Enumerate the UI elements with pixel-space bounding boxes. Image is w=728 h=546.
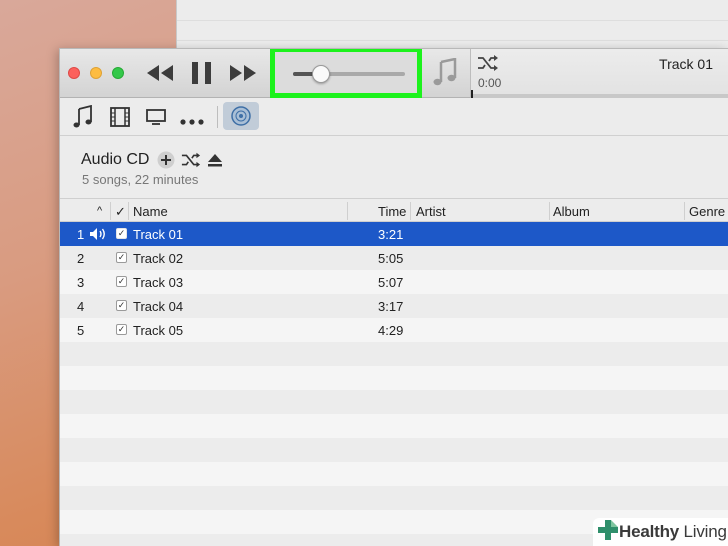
track-number: 5 bbox=[77, 323, 85, 338]
table-row[interactable]: 2 ✓ Track 02 5:05 bbox=[60, 246, 728, 270]
speaker-icon bbox=[88, 226, 108, 245]
track-checkbox[interactable]: ✓ bbox=[116, 300, 127, 311]
minimize-window-button[interactable] bbox=[90, 67, 102, 79]
watermark-text: Healthy Living bbox=[619, 522, 727, 541]
track-checkbox[interactable]: ✓ bbox=[116, 276, 127, 287]
music-note-icon bbox=[73, 104, 92, 128]
title-bar: 0:00 Track 01 bbox=[60, 49, 728, 98]
film-icon bbox=[110, 107, 130, 127]
track-checkbox[interactable]: ✓ bbox=[116, 228, 127, 239]
plus-icon bbox=[157, 151, 175, 169]
shuffle-icon[interactable] bbox=[477, 55, 499, 76]
tv-shows-library-button[interactable] bbox=[145, 108, 167, 131]
track-time: 3:17 bbox=[378, 299, 404, 314]
volume-control bbox=[270, 49, 422, 98]
track-number: 1 bbox=[77, 227, 85, 242]
empty-rows bbox=[60, 342, 728, 546]
rewind-icon bbox=[147, 65, 173, 81]
track-name: Track 02 bbox=[133, 251, 184, 266]
movies-library-button[interactable] bbox=[109, 106, 131, 133]
source-actions bbox=[157, 151, 223, 174]
track-rows: 1 ✓ Track 01 3:21 2 ✓ Track 02 5:05 3 ✓ … bbox=[60, 222, 728, 342]
table-row[interactable]: 1 ✓ Track 01 3:21 bbox=[60, 222, 728, 246]
genre-column-header[interactable]: Genre bbox=[689, 204, 725, 219]
track-time: 3:21 bbox=[378, 227, 404, 242]
table-row[interactable]: 3 ✓ Track 03 5:07 bbox=[60, 270, 728, 294]
check-column-header[interactable]: ✓ bbox=[115, 204, 126, 220]
volume-slider-knob[interactable] bbox=[312, 65, 330, 83]
track-name: Track 03 bbox=[133, 275, 184, 290]
track-checkbox[interactable]: ✓ bbox=[116, 324, 127, 335]
track-name: Track 05 bbox=[133, 323, 184, 338]
name-column-header[interactable]: Name bbox=[133, 204, 168, 219]
eject-icon bbox=[208, 154, 222, 167]
track-list: ^ ✓ Name Time Artist Album Genre 1 ✓ Tra… bbox=[60, 198, 728, 546]
track-time: 4:29 bbox=[378, 323, 404, 338]
media-toolbar bbox=[60, 98, 728, 136]
elapsed-time: 0:00 bbox=[478, 76, 502, 90]
track-name: Track 01 bbox=[133, 227, 184, 242]
fast-forward-icon bbox=[230, 65, 256, 81]
volume-slider-track[interactable] bbox=[293, 72, 405, 76]
music-library-button[interactable] bbox=[72, 104, 94, 134]
shuffle-icon bbox=[181, 152, 201, 168]
table-row[interactable]: 4 ✓ Track 04 3:17 bbox=[60, 294, 728, 318]
eject-button[interactable] bbox=[207, 152, 223, 173]
sort-order-header[interactable]: ^ bbox=[97, 205, 102, 217]
artist-column-header[interactable]: Artist bbox=[416, 204, 446, 219]
source-title: Audio CD bbox=[81, 151, 150, 168]
more-button[interactable] bbox=[180, 113, 204, 131]
rewind-button[interactable] bbox=[146, 62, 174, 84]
watermark-logo: Healthy Living bbox=[593, 518, 728, 546]
add-button[interactable] bbox=[157, 151, 175, 174]
pause-icon bbox=[192, 62, 211, 84]
toolbar-divider bbox=[217, 106, 218, 128]
audio-cd-button[interactable] bbox=[223, 102, 259, 130]
tv-icon bbox=[146, 109, 166, 125]
cross-icon bbox=[597, 519, 619, 546]
more-icon bbox=[180, 119, 204, 125]
zoom-window-button[interactable] bbox=[112, 67, 124, 79]
track-number: 2 bbox=[77, 251, 85, 266]
time-column-header[interactable]: Time bbox=[378, 204, 406, 219]
track-list-header: ^ ✓ Name Time Artist Album Genre bbox=[60, 198, 728, 222]
close-window-button[interactable] bbox=[68, 67, 80, 79]
album-column-header[interactable]: Album bbox=[553, 204, 590, 219]
now-playing-display: 0:00 Track 01 bbox=[470, 49, 728, 98]
fast-forward-button[interactable] bbox=[229, 62, 257, 84]
shuffle-button[interactable] bbox=[181, 152, 201, 173]
track-checkbox[interactable]: ✓ bbox=[116, 252, 127, 263]
now-playing-title: Track 01 bbox=[659, 56, 713, 72]
itunes-window: 0:00 Track 01 Audio CD 5 songs, 22 minut… bbox=[59, 48, 728, 546]
track-time: 5:05 bbox=[378, 251, 404, 266]
table-row[interactable]: 5 ✓ Track 05 4:29 bbox=[60, 318, 728, 342]
track-number: 4 bbox=[77, 299, 85, 314]
cd-icon bbox=[231, 106, 251, 126]
track-time: 5:07 bbox=[378, 275, 404, 290]
music-note-icon bbox=[430, 57, 460, 93]
playhead[interactable] bbox=[471, 90, 473, 98]
pause-button[interactable] bbox=[191, 61, 213, 85]
track-name: Track 04 bbox=[133, 299, 184, 314]
source-summary: 5 songs, 22 minutes bbox=[82, 172, 199, 187]
track-number: 3 bbox=[77, 275, 85, 290]
